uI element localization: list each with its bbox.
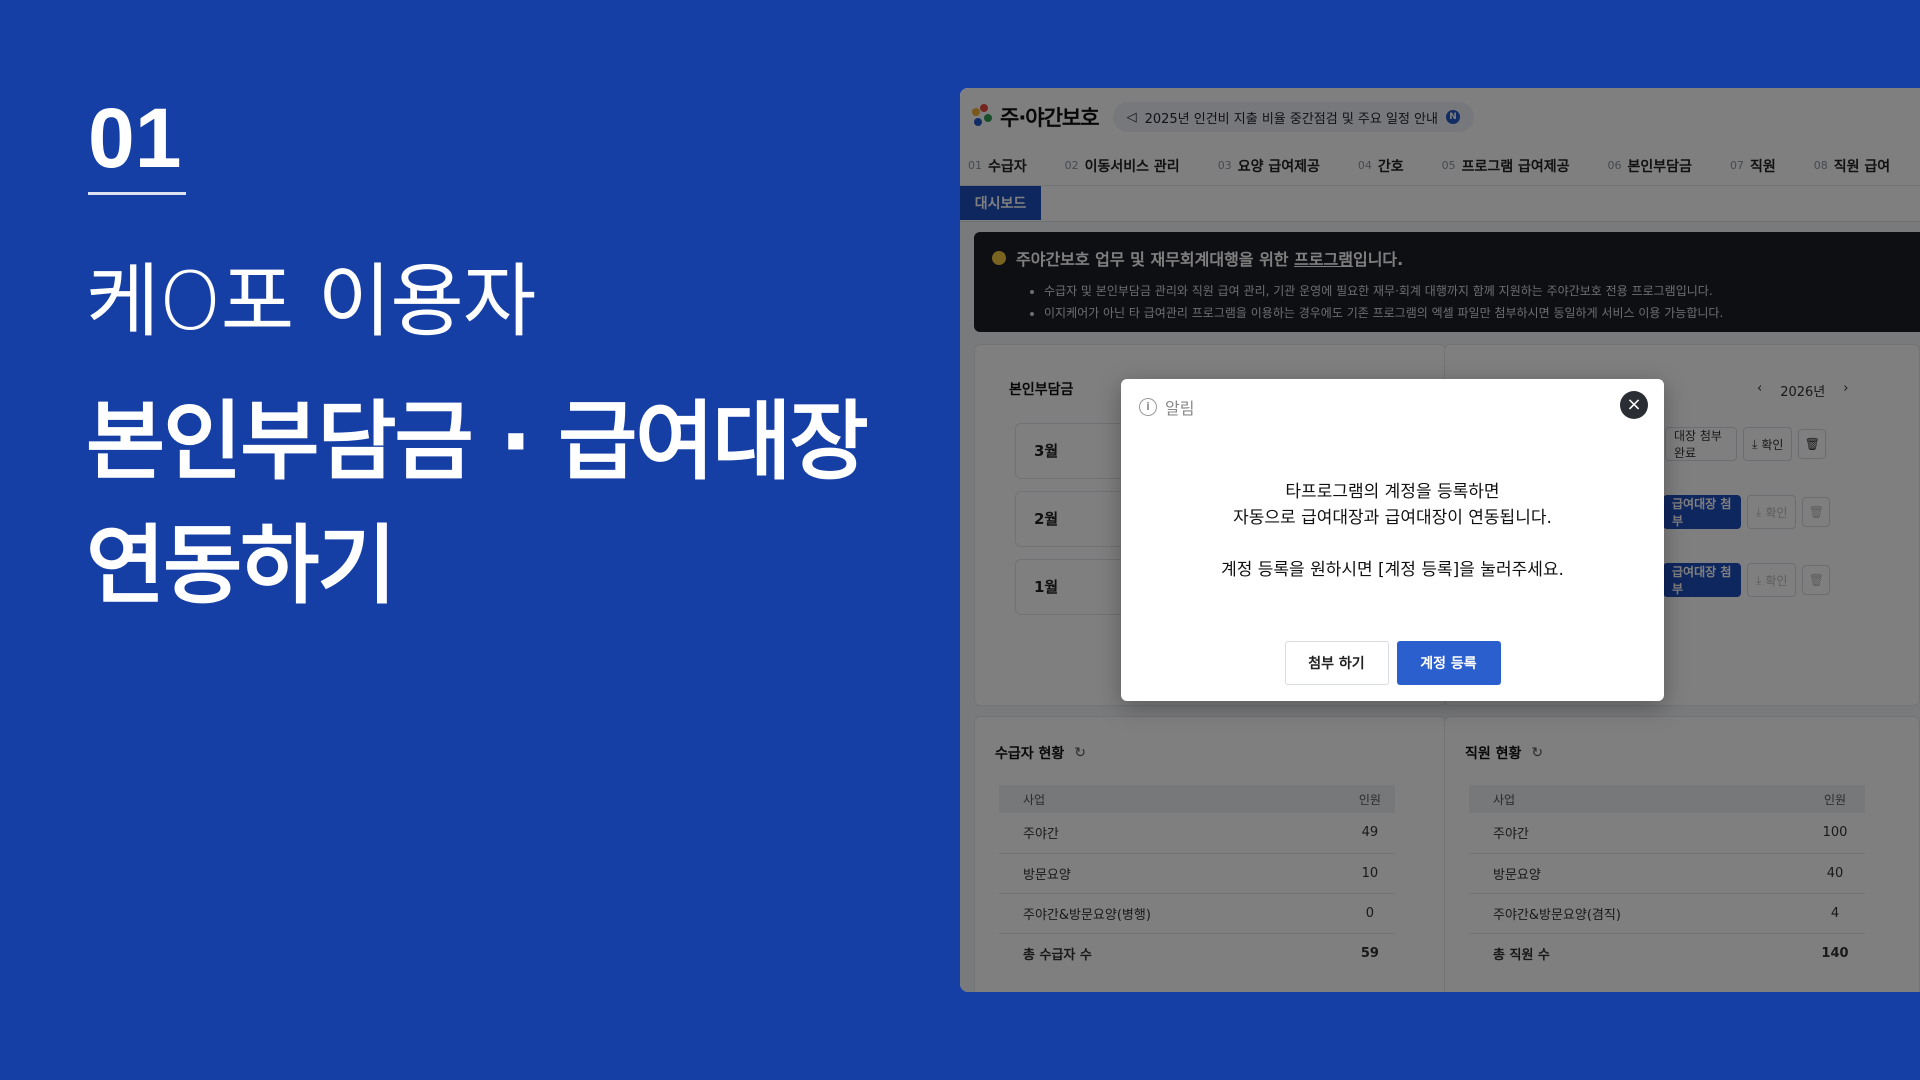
modal-line: 계정 등록을 원하시면 [계정 등록]을 눌러주세요. xyxy=(1221,560,1564,580)
hero-title-line1: 본인부담금 · 급여대장 xyxy=(86,392,869,492)
modal-spacer xyxy=(1121,531,1664,557)
hero-title: 본인부담금 · 급여대장 연동하기 xyxy=(86,380,906,628)
hero-subtitle: 케O포 이용자 xyxy=(86,255,536,348)
modal-message: 타프로그램의 계정을 등록하면 자동으로 급여대장과 급여대장이 연동됩니다. … xyxy=(1121,479,1664,583)
hero-title-line2: 연동하기 xyxy=(86,516,396,616)
register-account-button[interactable]: 계정 등록 xyxy=(1396,641,1501,685)
modal-header: i 알림 xyxy=(1139,395,1194,419)
alert-modal: i 알림 × 타프로그램의 계정을 등록하면 자동으로 급여대장과 급여대장이 … xyxy=(1121,379,1664,701)
section-underline xyxy=(88,192,186,195)
info-icon: i xyxy=(1139,398,1157,416)
attach-button[interactable]: 첨부 하기 xyxy=(1284,641,1389,685)
modal-line: 타프로그램의 계정을 등록하면 xyxy=(1285,482,1500,502)
section-number: 01 xyxy=(88,91,182,185)
modal-title: 알림 xyxy=(1165,399,1195,418)
modal-line: 자동으로 급여대장과 급여대장이 연동됩니다. xyxy=(1233,508,1552,528)
modal-actions: 첨부 하기 계정 등록 xyxy=(1121,641,1664,685)
close-icon[interactable]: × xyxy=(1620,391,1648,419)
